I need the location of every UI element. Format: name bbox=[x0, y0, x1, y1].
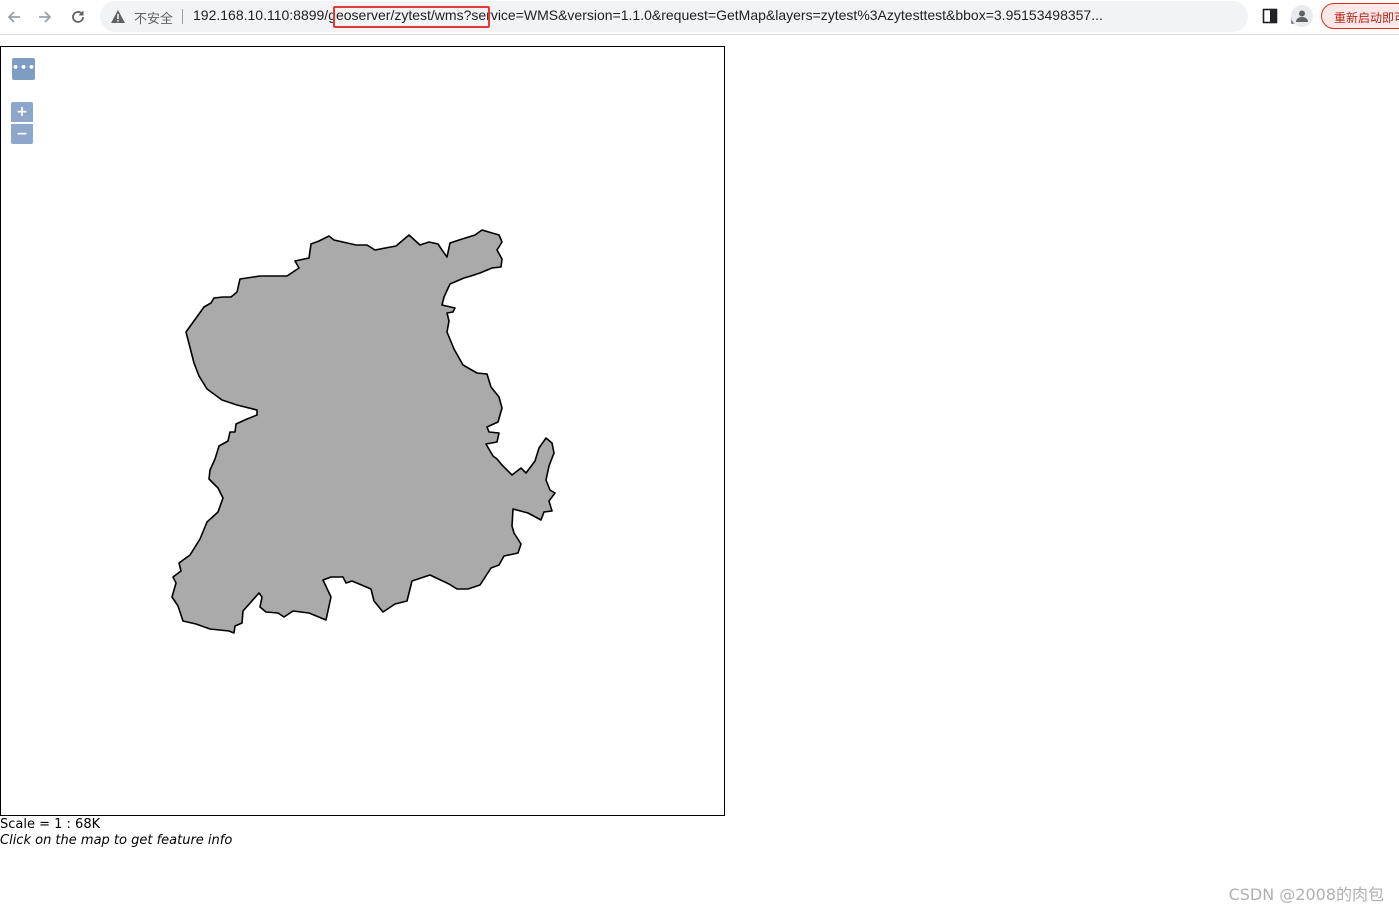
forward-icon bbox=[39, 11, 52, 23]
omnibox-divider bbox=[182, 9, 183, 24]
warning-icon bbox=[111, 10, 125, 23]
region-polygon[interactable] bbox=[171, 229, 556, 634]
map-viewport[interactable]: ••• + − bbox=[0, 46, 725, 816]
toolbar-toggle-label: ••• bbox=[12, 61, 37, 74]
zoom-in-button[interactable]: + bbox=[11, 102, 33, 122]
address-bar[interactable]: 不安全 192.168.10.110:8899/geoserver/zytest… bbox=[100, 1, 1339, 32]
profile-icon bbox=[1296, 10, 1308, 22]
back-icon bbox=[7, 11, 20, 23]
side-panel-icon[interactable] bbox=[1262, 8, 1278, 24]
security-label[interactable]: 不安全 bbox=[134, 8, 173, 27]
zoom-in-label: + bbox=[16, 104, 28, 120]
browser-toolbar: 不安全 192.168.10.110:8899/geoserver/zytest… bbox=[0, 0, 1399, 35]
watermark: CSDN @2008的肉包 bbox=[1228, 885, 1384, 904]
back-button[interactable] bbox=[1, 4, 27, 30]
feature-info-hint: Click on the map to get feature info bbox=[0, 833, 233, 848]
reload-button[interactable] bbox=[65, 4, 91, 30]
zoom-out-label: − bbox=[16, 126, 28, 142]
zoom-out-button[interactable]: − bbox=[11, 124, 33, 144]
forward-button[interactable] bbox=[32, 4, 58, 30]
map-info: Scale = 1 : 68K Click on the map to get … bbox=[0, 817, 232, 849]
reload-icon bbox=[72, 11, 84, 23]
scale-text: Scale = 1 : 68K bbox=[0, 817, 101, 832]
url-host: 192.168.10.110:8899/ bbox=[193, 7, 329, 23]
url-query: ?service=WMS&version=1.1.0&request=GetMa… bbox=[463, 7, 1103, 23]
relaunch-button[interactable]: 重新启动即可 bbox=[1321, 3, 1399, 29]
map-layer[interactable] bbox=[1, 47, 726, 817]
profile-button[interactable] bbox=[1291, 5, 1313, 27]
url-path-highlight bbox=[333, 6, 490, 28]
toolbar-toggle-button[interactable]: ••• bbox=[12, 58, 35, 80]
